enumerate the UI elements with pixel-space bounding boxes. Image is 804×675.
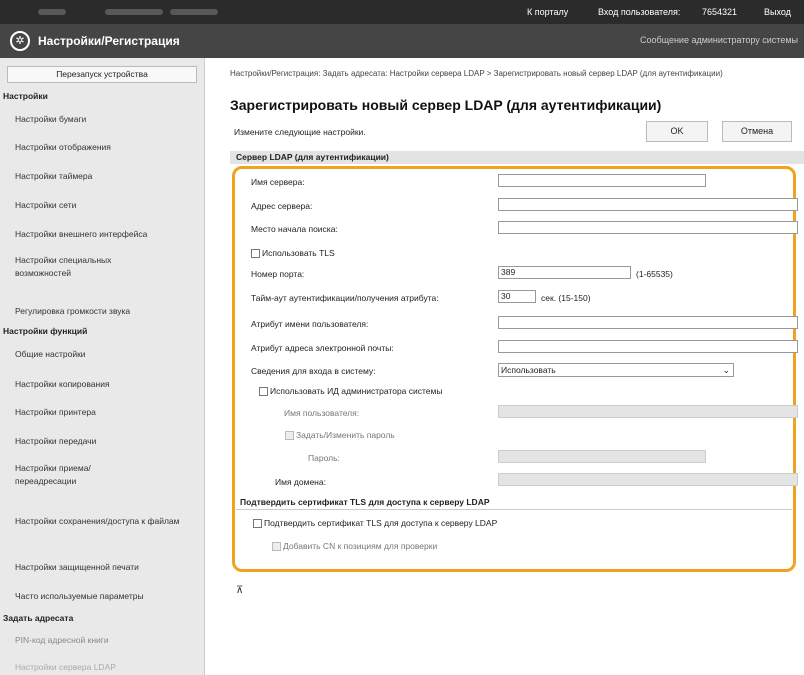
settings-logo-icon: ✲ [10,31,30,51]
back-to-top-icon[interactable]: ⊼ [236,585,243,596]
tls-verify-label: Подтвердить сертификат TLS для доступа к… [264,518,498,528]
set-password-label: Задать/Изменить пароль [296,430,395,440]
sidebar: Перезапуск устройства Настройки Настройк… [0,58,205,675]
domain-label: Имя домена: [275,477,326,487]
use-admin-id-checkbox[interactable] [259,387,268,396]
restart-device-button[interactable]: Перезапуск устройства [7,66,197,83]
email-attr-input[interactable] [498,340,798,353]
use-tls-label: Использовать TLS [262,248,335,258]
timeout-input[interactable]: 30 [498,290,536,303]
use-admin-id-label: Использовать ИД администратора системы [270,386,443,396]
username-attr-input[interactable] [498,316,798,329]
login-info-select[interactable]: Использовать ⌄ [498,363,734,377]
ok-button[interactable]: OK [646,121,708,142]
breadcrumb: Настройки/Регистрация: Задать адресата: … [230,69,723,78]
sidebar-item-timer[interactable]: Настройки таймера [15,170,200,183]
server-name-label: Имя сервера: [251,177,305,187]
tls-section-title: Подтвердить сертификат TLS для доступа к… [240,497,490,507]
login-user-value: 7654321 [702,7,738,17]
blurred-text [105,9,163,15]
sidebar-item-ldap-settings[interactable]: Настройки сервера LDAP [15,661,200,674]
login-info-selected-value: Использовать [501,365,556,375]
sidebar-item-external-interface[interactable]: Настройки внешнего интерфейса [15,228,200,241]
top-bar: К порталу Вход пользователя: 7654321 Вых… [0,0,804,24]
sidebar-item-secure-print[interactable]: Настройки защищенной печати [15,561,200,574]
sidebar-item-accessibility[interactable]: Настройки специальных возможностей [15,254,125,280]
sidebar-item-volume[interactable]: Регулировка громкости звука [15,305,200,318]
login-user-label: Вход пользователя: [598,7,681,17]
chevron-down-icon: ⌄ [722,365,730,375]
sidebar-item-paper[interactable]: Настройки бумаги [15,113,200,126]
port-input[interactable]: 389 [498,266,631,279]
sidebar-item-printer[interactable]: Настройки принтера [15,406,200,419]
sidebar-item-network[interactable]: Настройки сети [15,199,200,212]
use-tls-checkbox[interactable] [251,249,260,258]
add-cn-checkbox[interactable] [272,542,281,551]
search-start-label: Место начала поиска: [251,224,338,234]
portal-link[interactable]: К порталу [527,7,568,17]
timeout-unit-text: сек. (15-150) [541,293,591,303]
server-address-input[interactable] [498,198,798,211]
set-password-checkbox[interactable] [285,431,294,440]
cancel-button[interactable]: Отмена [722,121,792,142]
page-title: Зарегистрировать новый сервер LDAP (для … [230,97,662,113]
divider [236,509,792,510]
sidebar-section-address: Задать адресата [3,613,74,623]
email-attr-label: Атрибут адреса электронной почты: [251,343,394,353]
add-cn-label: Добавить CN к позициям для проверки [283,541,438,551]
server-name-input[interactable] [498,174,706,187]
tls-verify-checkbox[interactable] [253,519,262,528]
instruction-text: Измените следующие настройки. [234,127,366,137]
blurred-text [38,9,66,15]
server-address-label: Адрес сервера: [251,201,313,211]
blurred-text [170,9,218,15]
section-header-ldap: Сервер LDAP (для аутентификации) [230,151,804,164]
admin-message-link[interactable]: Сообщение администратору системы [640,35,798,45]
sidebar-section-settings: Настройки [3,91,48,101]
sidebar-section-functions: Настройки функций [3,326,88,336]
port-range-text: (1-65535) [636,269,673,279]
sidebar-item-store-access[interactable]: Настройки сохранения/доступа к файлам [15,515,195,528]
sidebar-item-favorites[interactable]: Часто используемые параметры [15,590,200,603]
search-start-input[interactable] [498,221,798,234]
user-name-input[interactable] [498,405,798,418]
sidebar-item-display[interactable]: Настройки отображения [15,141,200,154]
app-title: Настройки/Регистрация [38,34,180,48]
password-input[interactable] [498,450,706,463]
timeout-label: Тайм-аут аутентификации/получения атрибу… [251,293,439,303]
app-header: ✲ Настройки/Регистрация Сообщение админи… [0,24,804,58]
user-name-label: Имя пользователя: [284,408,360,418]
password-label: Пароль: [308,453,340,463]
login-info-label: Сведения для входа в систему: [251,366,376,376]
sidebar-item-common[interactable]: Общие настройки [15,348,200,361]
sidebar-item-copy[interactable]: Настройки копирования [15,378,200,391]
logout-link[interactable]: Выход [764,7,791,17]
username-attr-label: Атрибут имени пользователя: [251,319,369,329]
sidebar-item-address-book-pin[interactable]: PIN-код адресной книги [15,634,200,647]
sidebar-item-send[interactable]: Настройки передачи [15,435,200,448]
sidebar-item-receive-forward[interactable]: Настройки приема/переадресации [15,462,115,488]
port-label: Номер порта: [251,269,305,279]
domain-input[interactable] [498,473,798,486]
